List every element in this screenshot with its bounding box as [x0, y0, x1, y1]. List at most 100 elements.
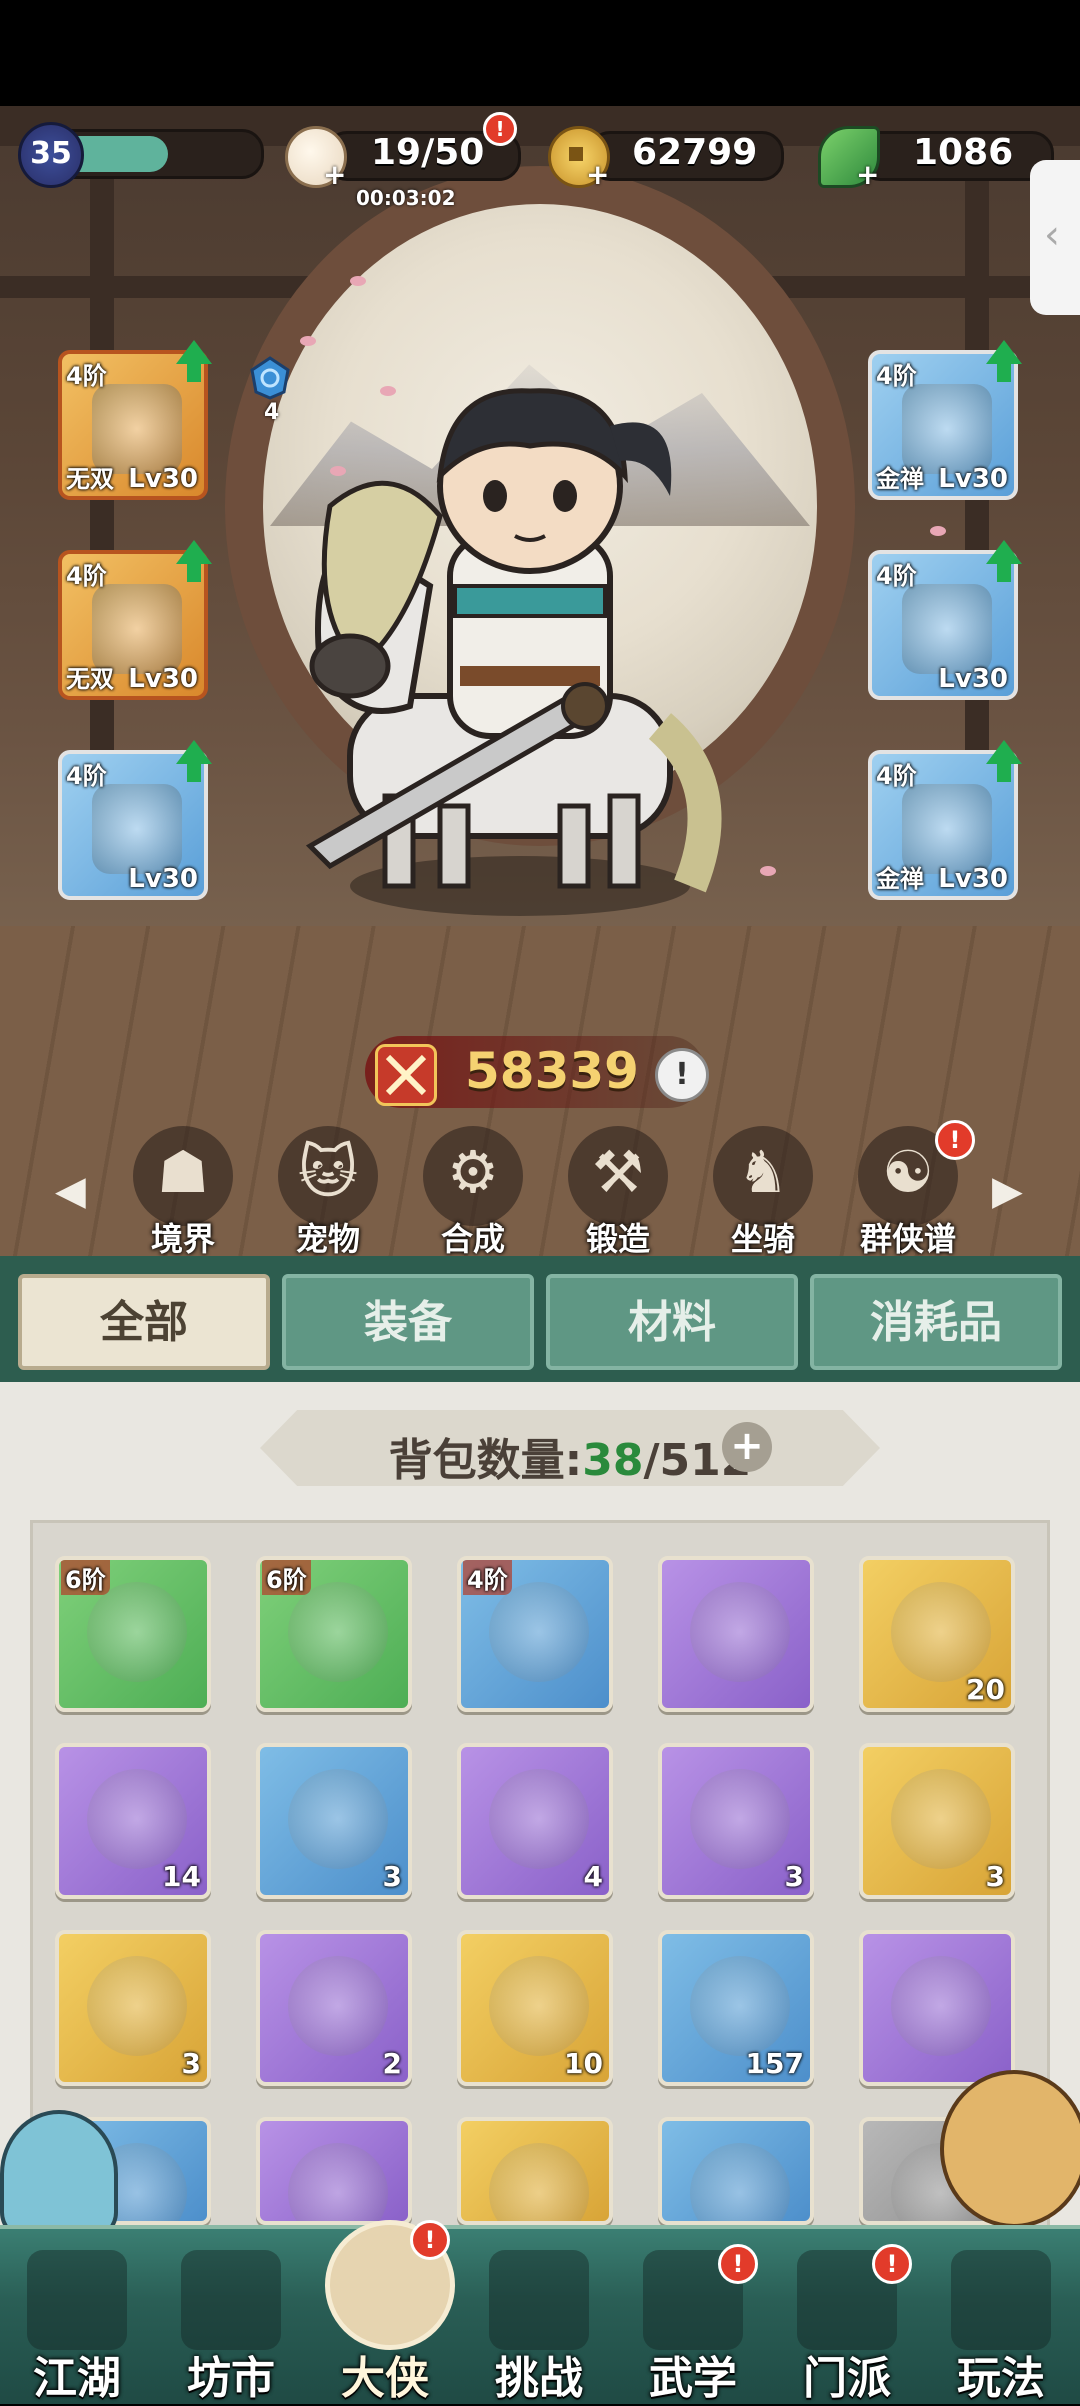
nav-item-6[interactable]: 玩法: [926, 2250, 1076, 2404]
inventory-item[interactable]: [859, 1930, 1015, 2086]
menu-item-1[interactable]: 🐱 宠物: [263, 1126, 393, 1256]
inventory-item[interactable]: 3: [256, 1743, 412, 1899]
nav-alert-badge: !: [718, 2244, 758, 2284]
item-tier: 6阶: [262, 1560, 311, 1595]
slot-level: Lv30: [128, 464, 198, 494]
slot-tier: 4阶: [66, 362, 107, 390]
bag-capacity-label: 背包数量:: [388, 1435, 583, 1486]
inventory-item[interactable]: 6阶: [256, 1556, 412, 1712]
upgrade-arrow-stem: [997, 764, 1011, 782]
nav-label: 玩法: [957, 2353, 1045, 2404]
coin-counter[interactable]: + 62799: [548, 126, 788, 191]
menu-item-label: 坐骑: [730, 1220, 795, 1256]
nav-icon: [181, 2250, 281, 2350]
tab-consumables[interactable]: 消耗品: [810, 1274, 1062, 1370]
slot-level: Lv30: [128, 664, 198, 694]
scroll-icon: [87, 1769, 187, 1869]
stamina-counter[interactable]: + 19/50 !: [285, 112, 525, 191]
jade-counter[interactable]: + 1086: [818, 126, 1058, 191]
fruit-icon: [288, 1769, 388, 1869]
slot-tier: 4阶: [876, 762, 917, 790]
upgrade-arrow-icon: [986, 540, 1022, 564]
tab-materials[interactable]: 材料: [546, 1274, 798, 1370]
inventory-item[interactable]: 3: [55, 1930, 211, 2086]
ring-icon: [288, 1582, 388, 1682]
nav-item-5[interactable]: 门派!: [772, 2244, 922, 2404]
stamina-timer: 00:03:02: [356, 186, 456, 210]
inventory-item[interactable]: 2: [256, 1930, 412, 2086]
gem-indicator[interactable]: 4: [250, 356, 290, 425]
menu-item-label: 锻造: [585, 1220, 650, 1256]
nav-item-1[interactable]: 坊市: [156, 2250, 306, 2404]
nav-item-4[interactable]: 武学!: [618, 2244, 768, 2404]
inventory-item[interactable]: 3: [658, 1743, 814, 1899]
equipment-slot-l-2[interactable]: 4阶 无双 Lv30: [58, 550, 208, 700]
branch-icon: [288, 2143, 388, 2221]
inventory-item[interactable]: 10: [457, 1930, 613, 2086]
nav-label: 坊市: [187, 2353, 275, 2404]
inventory-item[interactable]: 157: [658, 1930, 814, 2086]
equipment-slot-l-1[interactable]: 4阶 无双 Lv30: [58, 350, 208, 500]
menu-right-arrow-icon[interactable]: ▶: [992, 1168, 1023, 1214]
coin-add-icon[interactable]: +: [586, 158, 609, 191]
inventory-item[interactable]: 4阶: [457, 1556, 613, 1712]
inventory-item[interactable]: 14: [55, 1743, 211, 1899]
power-info-icon[interactable]: !: [655, 1048, 709, 1102]
nav-item-2[interactable]: 大侠!: [310, 2220, 460, 2404]
expand-bag-button[interactable]: +: [722, 1422, 772, 1472]
slot-name: 金禅: [876, 465, 924, 493]
equipment-slot-r-2[interactable]: 4阶 Lv30: [868, 550, 1018, 700]
upgrade-arrow-stem: [187, 564, 201, 582]
menu-item-5[interactable]: ☯ 群侠谱!: [843, 1120, 975, 1256]
slot-name: 金禅: [876, 865, 924, 893]
hero-on-horse-image[interactable]: [290, 366, 750, 926]
menu-item-2[interactable]: ⚙ 合成: [408, 1126, 538, 1256]
item-count: 2: [382, 2047, 402, 2080]
menu-left-arrow-icon[interactable]: ◀: [55, 1168, 86, 1214]
menu-item-0[interactable]: ☗ 境界: [118, 1126, 248, 1256]
chevron-left-icon: ‹: [1044, 212, 1060, 258]
menu-glyph-icon: ♞: [737, 1138, 789, 1206]
gem-count: 4: [264, 400, 280, 425]
system-status-bar: [0, 0, 1080, 106]
inventory-item[interactable]: 6阶: [55, 1556, 211, 1712]
inventory-item[interactable]: 4: [457, 1743, 613, 1899]
stamina-add-icon[interactable]: +: [323, 158, 346, 191]
upgrade-arrow-stem: [997, 564, 1011, 582]
nav-item-3[interactable]: 挑战: [464, 2250, 614, 2404]
inventory-item[interactable]: 3: [859, 1743, 1015, 1899]
inventory-item[interactable]: [658, 1556, 814, 1712]
inventory-tab-bar: 全部 装备 材料 消耗品: [0, 1256, 1080, 1382]
nav-alert-badge: !: [410, 2220, 450, 2260]
inventory-item[interactable]: [256, 2117, 412, 2225]
teapot-icon: [891, 1769, 991, 1869]
ticket-icon: [489, 1956, 589, 2056]
nav-item-0[interactable]: 江湖: [2, 2250, 152, 2404]
slot-level: Lv30: [938, 664, 1008, 694]
upgrade-arrow-icon: [176, 540, 212, 564]
nav-label: 江湖: [33, 2353, 121, 2404]
slot-level: Lv30: [938, 464, 1008, 494]
inventory-item[interactable]: [658, 2117, 814, 2225]
nav-label: 大侠: [341, 2353, 429, 2404]
player-level-bar[interactable]: 35: [18, 122, 264, 188]
menu-item-3[interactable]: ⚒ 锻造: [553, 1126, 683, 1256]
inventory-item[interactable]: 20: [859, 1556, 1015, 1712]
character-scene: 4 58339 ! ◀ ▶ 4阶 无双 Lv30 4阶 无双 Lv30 4阶 Lv30 4阶 金禅…: [0, 106, 1080, 1256]
inventory-item[interactable]: [457, 2117, 613, 2225]
menu-item-label: 群侠谱: [859, 1220, 956, 1256]
side-drawer-tab[interactable]: ‹: [1030, 160, 1080, 315]
equipment-slot-r-1[interactable]: 4阶 金禅 Lv30: [868, 350, 1018, 500]
item-count: 14: [162, 1860, 201, 1893]
menu-item-4[interactable]: ♞ 坐骑: [698, 1126, 828, 1256]
tab-all[interactable]: 全部: [18, 1274, 270, 1370]
fan-icon: [489, 1582, 589, 1682]
equipment-slot-r-3[interactable]: 4阶 金禅 Lv30: [868, 750, 1018, 900]
firecracker-icon: [489, 2143, 589, 2221]
menu-glyph-icon: ☗: [157, 1138, 209, 1206]
jade-add-icon[interactable]: +: [856, 158, 879, 191]
tab-equipment[interactable]: 装备: [282, 1274, 534, 1370]
upgrade-arrow-icon: [986, 340, 1022, 364]
jade-pendant-icon: [902, 584, 992, 674]
equipment-slot-l-3[interactable]: 4阶 Lv30: [58, 750, 208, 900]
